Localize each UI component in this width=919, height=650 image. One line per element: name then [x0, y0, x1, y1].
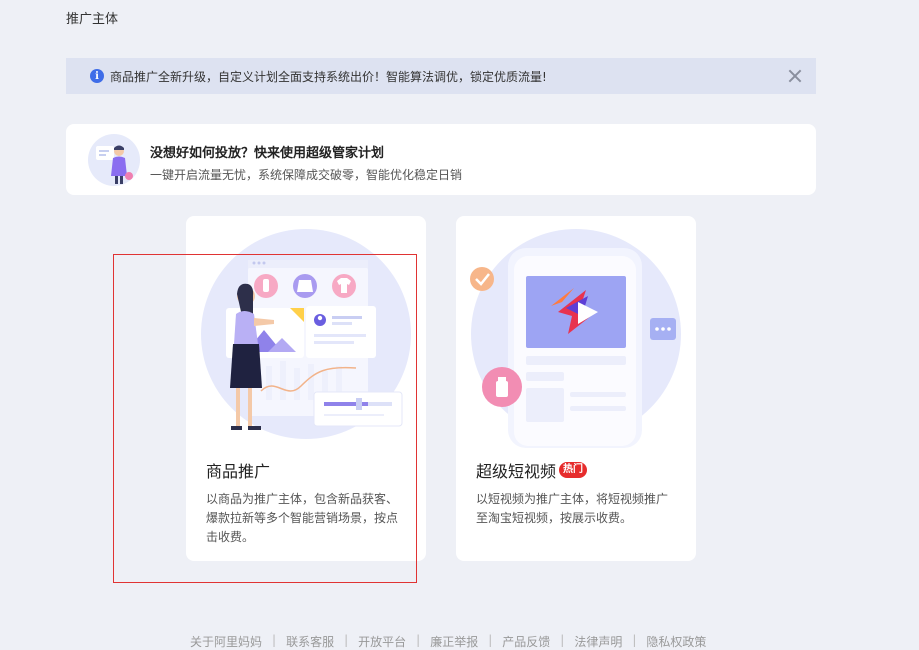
card-title: 超级短视频 热门: [476, 458, 588, 482]
short-video-illustration: [470, 229, 681, 448]
notice-banner: i 商品推广全新升级，自定义计划全面支持系统出价！智能算法调优，锁定优质流量!: [66, 58, 816, 94]
section-title: 推广主体: [66, 12, 119, 27]
close-icon[interactable]: [788, 69, 802, 83]
product-promotion-card[interactable]: 商品推广 以商品为推广主体，包含新品获客、爆款拉新等多个智能营销场景，按点击收费…: [186, 216, 426, 561]
card-description: 以商品为推广主体，包含新品获客、爆款拉新等多个智能营销场景，按点击收费。: [206, 492, 399, 544]
promo-subtitle: 一键开启流量无忧，系统保障成交破零，智能优化稳定日销: [150, 168, 463, 182]
card-title: 商品推广: [206, 462, 271, 481]
promo-title: 没想好如何投放？快来使用超级管家计划: [150, 146, 385, 161]
product-promotion-illustration: [201, 229, 411, 439]
hot-badge: 热门: [559, 462, 588, 478]
promo-banner[interactable]: 没想好如何投放？快来使用超级管家计划 一键开启流量无忧，系统保障成交破零，智能优…: [66, 124, 816, 195]
super-short-video-card[interactable]: 超级短视频 热门 以短视频为推广主体，将短视频推广至淘宝短视频，按展示收费。: [456, 216, 696, 561]
info-icon: i: [90, 69, 104, 83]
assistant-avatar: [88, 134, 140, 186]
card-description: 以短视频为推广主体，将短视频推广至淘宝短视频，按展示收费。: [476, 492, 669, 525]
notice-text: 商品推广全新升级，自定义计划全面支持系统出价！智能算法调优，锁定优质流量!: [110, 69, 547, 84]
card-title-text: 超级短视频: [476, 462, 557, 481]
